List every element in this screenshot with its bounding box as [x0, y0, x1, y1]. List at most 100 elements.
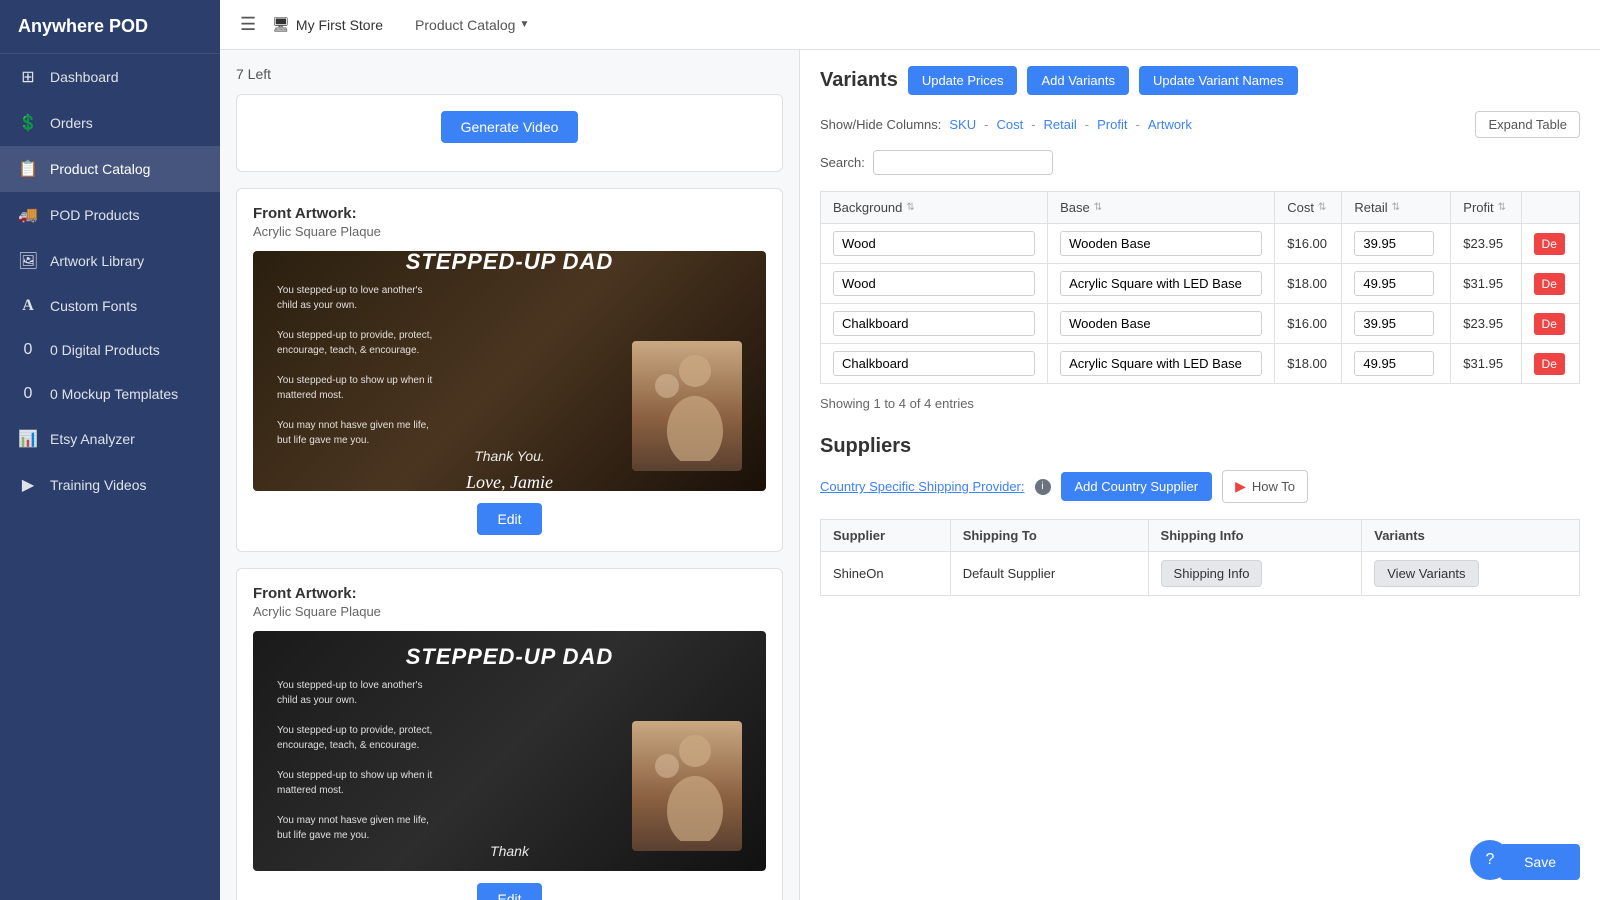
view-variants-button[interactable]: View Variants: [1374, 560, 1478, 587]
add-country-supplier-button[interactable]: Add Country Supplier: [1061, 472, 1213, 501]
background-input-1[interactable]: [833, 231, 1035, 256]
sidebar-item-mockup-templates[interactable]: 0 0 Mockup Templates: [0, 372, 220, 416]
expand-table-button[interactable]: Expand Table: [1475, 111, 1580, 138]
col-shipping-info: Shipping Info: [1148, 520, 1362, 552]
artwork-image-1: STEPPED-UP DAD You stepped-up to love an…: [253, 251, 766, 491]
col-background: Background ⇅: [821, 192, 1048, 224]
sort-profit-icon[interactable]: ⇅: [1498, 202, 1506, 213]
retail-input-3[interactable]: [1354, 311, 1434, 336]
artwork-card-2: Front Artwork: Acrylic Square Plaque STE…: [236, 568, 783, 900]
sidebar-item-training-videos[interactable]: ▶ Training Videos: [0, 462, 220, 508]
artwork-overlay-2: STEPPED-UP DAD You stepped-up to love an…: [253, 631, 766, 871]
sidebar-item-product-catalog[interactable]: 📋 Product Catalog: [0, 146, 220, 192]
base-input-2[interactable]: [1060, 271, 1262, 296]
digital-products-icon: 0: [18, 341, 38, 359]
variants-title: Variants: [820, 69, 898, 92]
variant-row-1: $16.00 $23.95 De: [821, 224, 1580, 264]
delete-button-3[interactable]: De: [1534, 313, 1565, 335]
retail-input-2[interactable]: [1354, 271, 1434, 296]
delete-button-2[interactable]: De: [1534, 273, 1565, 295]
photo-placeholder-1: [632, 341, 742, 471]
col-base: Base ⇅: [1048, 192, 1275, 224]
col-profit: Profit ⇅: [1451, 192, 1521, 224]
search-input[interactable]: [873, 150, 1053, 175]
edit-button-1[interactable]: Edit: [477, 503, 541, 535]
retail-input-4[interactable]: [1354, 351, 1434, 376]
artwork-body-1: You stepped-up to love another's child a…: [277, 283, 437, 448]
pod-products-icon: 🚚: [18, 205, 38, 225]
sort-background-icon[interactable]: ⇅: [906, 202, 914, 213]
column-cost-link[interactable]: Cost: [996, 117, 1023, 132]
product-catalog-icon: 📋: [18, 159, 38, 179]
variant-base-1: [1048, 224, 1275, 264]
variant-cost-2: $18.00: [1275, 264, 1342, 304]
variant-background-3: [821, 304, 1048, 344]
info-icon[interactable]: i: [1035, 479, 1051, 495]
edit-button-2[interactable]: Edit: [477, 883, 541, 900]
background-input-4[interactable]: [833, 351, 1035, 376]
sort-cost-icon[interactable]: ⇅: [1318, 202, 1326, 213]
catalog-dropdown[interactable]: Product Catalog ▼: [415, 17, 529, 33]
update-prices-button[interactable]: Update Prices: [908, 66, 1018, 95]
artwork-card-2-title: Front Artwork:: [253, 585, 766, 602]
artwork-overlay-1: STEPPED-UP DAD You stepped-up to love an…: [253, 251, 766, 491]
artwork-photo-1: [632, 341, 742, 471]
sep-1: -: [984, 117, 988, 132]
sort-base-icon[interactable]: ⇅: [1094, 202, 1102, 213]
col-shipping-to: Shipping To: [950, 520, 1148, 552]
save-button[interactable]: Save: [1500, 844, 1580, 880]
artwork-main-title-2: STEPPED-UP DAD: [269, 644, 750, 670]
column-profit-link[interactable]: Profit: [1097, 117, 1127, 132]
help-bubble[interactable]: ?: [1470, 840, 1510, 880]
sidebar-item-digital-products[interactable]: 0 0 Digital Products: [0, 328, 220, 372]
sidebar-item-pod-products[interactable]: 🚚 POD Products: [0, 192, 220, 238]
sidebar-item-custom-fonts[interactable]: A Custom Fonts: [0, 284, 220, 328]
youtube-icon: ▶: [1235, 478, 1246, 495]
add-variants-button[interactable]: Add Variants: [1027, 66, 1128, 95]
sort-retail-icon[interactable]: ⇅: [1392, 202, 1400, 213]
column-artwork-link[interactable]: Artwork: [1148, 117, 1192, 132]
sidebar-item-dashboard[interactable]: ⊞ Dashboard: [0, 54, 220, 100]
base-input-3[interactable]: [1060, 311, 1262, 336]
sidebar-item-etsy-analyzer[interactable]: 📊 Etsy Analyzer: [0, 416, 220, 462]
column-retail-link[interactable]: Retail: [1044, 117, 1077, 132]
base-input-4[interactable]: [1060, 351, 1262, 376]
how-to-button[interactable]: ▶ How To: [1222, 470, 1308, 503]
variant-background-4: [821, 344, 1048, 384]
update-variant-names-button[interactable]: Update Variant Names: [1139, 66, 1298, 95]
showing-text: Showing 1 to 4 of 4 entries: [820, 396, 1580, 411]
generate-video-button[interactable]: Generate Video: [441, 111, 579, 143]
sidebar-item-orders[interactable]: 💲 Orders: [0, 100, 220, 146]
show-hide-columns-row: Show/Hide Columns: SKU - Cost - Retail -…: [820, 111, 1580, 138]
sidebar-label-custom-fonts: Custom Fonts: [50, 298, 137, 314]
variant-retail-2: [1342, 264, 1451, 304]
delete-button-1[interactable]: De: [1534, 233, 1565, 255]
country-supplier-label[interactable]: Country Specific Shipping Provider:: [820, 479, 1025, 494]
store-name: 🖥 My First Store: [272, 16, 383, 33]
variant-profit-3: $23.95: [1451, 304, 1521, 344]
sidebar-label-mockup-templates: 0 Mockup Templates: [50, 386, 178, 402]
artwork-card-2-subtitle: Acrylic Square Plaque: [253, 604, 766, 619]
col-variants: Variants: [1362, 520, 1580, 552]
menu-icon[interactable]: ☰: [240, 14, 256, 35]
store-label: My First Store: [296, 17, 383, 33]
column-sku-link[interactable]: SKU: [949, 117, 976, 132]
variant-retail-1: [1342, 224, 1451, 264]
shipping-to-value: Default Supplier: [950, 552, 1148, 596]
retail-input-1[interactable]: [1354, 231, 1434, 256]
artwork-main-title-1: STEPPED-UP DAD: [269, 251, 750, 275]
variant-row-2: $18.00 $31.95 De: [821, 264, 1580, 304]
background-input-3[interactable]: [833, 311, 1035, 336]
custom-fonts-icon: A: [18, 297, 38, 315]
topbar: ☰ 🖥 My First Store Product Catalog ▼: [220, 0, 1600, 50]
background-input-2[interactable]: [833, 271, 1035, 296]
delete-button-4[interactable]: De: [1534, 353, 1565, 375]
artwork-image-2: STEPPED-UP DAD You stepped-up to love an…: [253, 631, 766, 871]
sep-2: -: [1031, 117, 1035, 132]
left-panel: 7 Left Generate Video Front Artwork: Acr…: [220, 50, 800, 900]
sidebar-item-artwork-library[interactable]: 🖼 Artwork Library: [0, 238, 220, 284]
base-input-1[interactable]: [1060, 231, 1262, 256]
dashboard-icon: ⊞: [18, 67, 38, 87]
sidebar-label-pod-products: POD Products: [50, 207, 139, 223]
shipping-info-button[interactable]: Shipping Info: [1161, 560, 1263, 587]
